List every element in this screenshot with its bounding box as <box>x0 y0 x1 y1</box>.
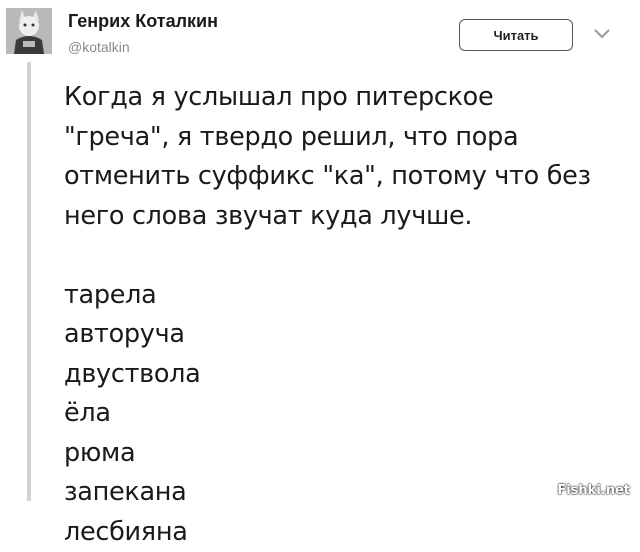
word-item: лесбияна <box>64 513 624 552</box>
word-item: тарела <box>64 276 624 316</box>
paragraph-gap <box>64 236 624 276</box>
author-name[interactable]: Генрих Коталкин <box>68 11 218 32</box>
tweet-line: Когда я услышал про питерское <box>64 78 624 118</box>
word-item: авторуча <box>64 315 624 355</box>
tweet-text: Когда я услышал про питерское "греча", я… <box>64 78 624 552</box>
tweet-line: него слова звучат куда лучше. <box>64 197 624 237</box>
chevron-down-icon[interactable] <box>592 27 612 41</box>
tweet-line: отменить суффикс "ка", потому что без <box>64 157 624 197</box>
word-item: рюма <box>64 434 624 474</box>
watermark: Fishki.net <box>557 483 630 498</box>
follow-button[interactable]: Читать <box>459 19 573 51</box>
word-item: ёла <box>64 394 624 434</box>
word-item: запекана <box>64 473 624 513</box>
author-handle[interactable]: @kotalkin <box>68 39 130 55</box>
avatar-image <box>6 8 52 54</box>
word-item: двуствола <box>64 355 624 395</box>
thread-line <box>27 62 31 501</box>
tweet-line: "греча", я твердо решил, что пора <box>64 118 624 158</box>
avatar[interactable] <box>6 8 52 54</box>
